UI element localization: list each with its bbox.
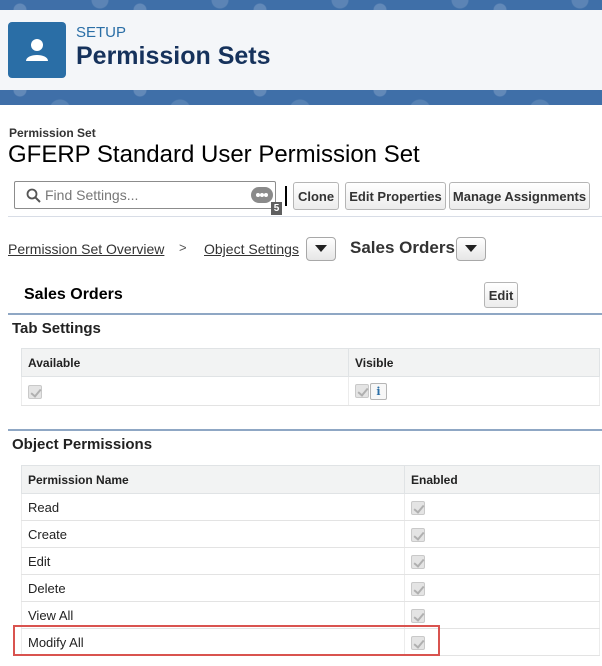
- enabled-checkbox: [411, 500, 425, 515]
- breadcrumb-current-object: Sales Orders: [350, 238, 455, 257]
- enabled-checkbox: [411, 554, 425, 569]
- breadcrumb-separator: >: [179, 240, 187, 255]
- manage-assignments-button[interactable]: Manage Assignments: [449, 182, 590, 210]
- edit-button[interactable]: Edit: [484, 282, 518, 308]
- column-header-visible: Visible: [348, 348, 600, 377]
- table-row: Edit: [21, 547, 600, 575]
- search-result-count-badge: 5: [271, 202, 282, 215]
- edit-properties-button[interactable]: Edit Properties: [345, 182, 446, 210]
- tab-settings-table: Available Visible i: [21, 348, 600, 406]
- available-checkbox: [28, 384, 42, 399]
- section-divider: [8, 313, 602, 315]
- page-title: Permission Sets: [76, 42, 271, 70]
- info-icon[interactable]: i: [370, 382, 387, 400]
- object-permissions-heading: Object Permissions: [12, 436, 153, 453]
- search-icon: [21, 188, 45, 203]
- table-row: View All: [21, 601, 600, 629]
- toolbar-separator: [8, 216, 602, 217]
- find-settings-search[interactable]: [14, 181, 276, 209]
- breadcrumb-permission-set-overview[interactable]: Permission Set Overview: [8, 241, 164, 257]
- table-row: i: [21, 376, 600, 406]
- breadcrumb-object-settings[interactable]: Object Settings: [204, 241, 299, 257]
- toolbar-divider: [285, 186, 287, 206]
- permission-name: View All: [21, 601, 405, 629]
- visible-checkbox: [355, 384, 369, 399]
- table-row: Delete: [21, 574, 600, 602]
- setup-label: SETUP: [76, 24, 127, 41]
- chevron-down-icon: [465, 245, 477, 252]
- clear-search-icon[interactable]: [251, 187, 273, 203]
- object-section-title: Sales Orders: [24, 286, 123, 303]
- column-header-enabled: Enabled: [404, 465, 600, 494]
- enabled-checkbox: [411, 635, 425, 650]
- chevron-down-icon: [315, 245, 327, 252]
- user-icon: [8, 22, 66, 78]
- clone-button[interactable]: Clone: [293, 182, 339, 210]
- permission-name: Edit: [21, 547, 405, 575]
- permission-set-caption: Permission Set: [9, 126, 96, 140]
- table-row: Read: [21, 493, 600, 521]
- permission-name: Delete: [21, 574, 405, 602]
- enabled-checkbox: [411, 608, 425, 623]
- enabled-checkbox: [411, 581, 425, 596]
- object-permissions-table: Permission Name Enabled Read Create Edit…: [21, 465, 600, 656]
- search-input[interactable]: [45, 187, 245, 203]
- column-header-available: Available: [21, 348, 349, 377]
- object-dropdown[interactable]: [456, 237, 486, 261]
- section-divider: [8, 429, 602, 431]
- tab-settings-heading: Tab Settings: [12, 320, 101, 337]
- enabled-checkbox: [411, 527, 425, 542]
- permission-name: Create: [21, 520, 405, 548]
- column-header-permission-name: Permission Name: [21, 465, 405, 494]
- table-row: Modify All: [21, 628, 600, 656]
- object-settings-dropdown[interactable]: [306, 237, 336, 261]
- permission-name: Modify All: [21, 628, 405, 656]
- permission-set-name: GFERP Standard User Permission Set: [8, 141, 420, 168]
- permission-name: Read: [21, 493, 405, 521]
- table-row: Create: [21, 520, 600, 548]
